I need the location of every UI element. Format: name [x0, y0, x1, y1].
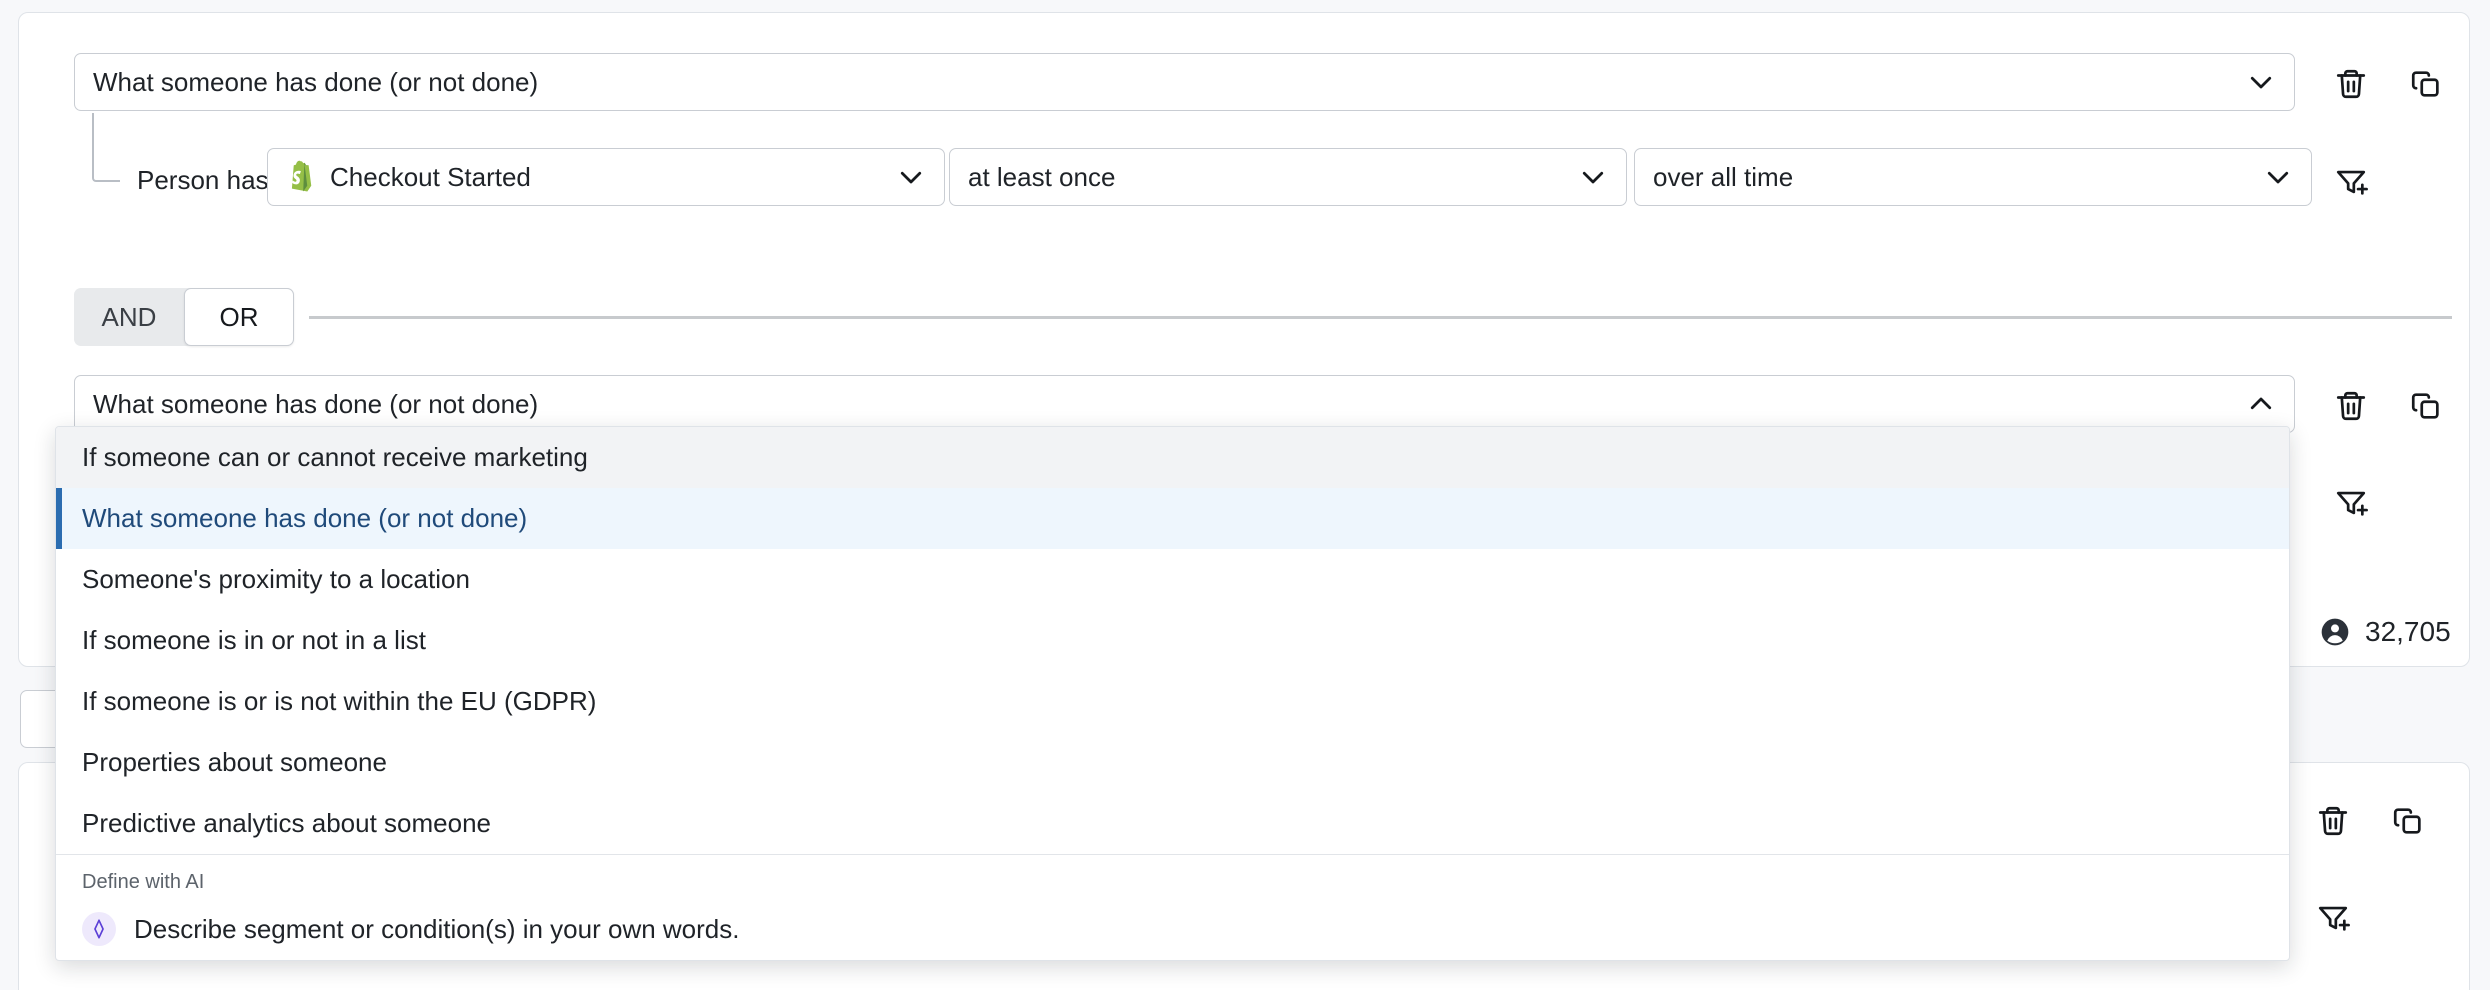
timeframe-select-value-1: over all time — [1653, 162, 2263, 193]
dropdown-option-label: What someone has done (or not done) — [82, 503, 527, 534]
chevron-up-icon — [2246, 389, 2276, 419]
trash-icon — [2334, 389, 2368, 423]
logic-operator-toggle[interactable]: AND OR — [74, 288, 294, 346]
event-select-1[interactable]: Checkout Started — [267, 148, 945, 206]
condition-type-value-1: What someone has done (or not done) — [93, 67, 2246, 98]
timeframe-select-1[interactable]: over all time — [1634, 148, 2312, 206]
dropdown-option-label: If someone can or cannot receive marketi… — [82, 442, 588, 473]
copy-icon — [2409, 67, 2443, 101]
dropdown-option-label: Predictive analytics about someone — [82, 808, 491, 839]
condition-type-select-2[interactable]: What someone has done (or not done) — [74, 375, 2295, 433]
dropdown-option-label: Someone's proximity to a location — [82, 564, 470, 595]
dropdown-option-6[interactable]: Predictive analytics about someone — [56, 793, 2289, 854]
tree-connector — [92, 113, 120, 182]
add-filter-button-2[interactable] — [2329, 481, 2373, 525]
dropdown-option-5[interactable]: Properties about someone — [56, 732, 2289, 793]
filter-plus-icon — [2334, 165, 2368, 199]
delete-condition-button-2[interactable] — [2329, 384, 2373, 428]
copy-icon — [2409, 389, 2443, 423]
segment-builder: What someone has done (or not done) Pers… — [0, 0, 2490, 990]
ai-sparkle-icon — [82, 912, 116, 946]
add-filter-button-1[interactable] — [2329, 160, 2373, 204]
dropdown-option-label: If someone is in or not in a list — [82, 625, 426, 656]
frequency-select-value-1: at least once — [968, 162, 1578, 193]
condition-type-dropdown-menu[interactable]: If someone can or cannot receive marketi… — [55, 426, 2290, 961]
dropdown-option-label: Describe segment or condition(s) in your… — [134, 914, 739, 945]
dropdown-option-1[interactable]: What someone has done (or not done) — [56, 488, 2289, 549]
dropdown-option-3[interactable]: If someone is in or not in a list — [56, 610, 2289, 671]
dropdown-option-2[interactable]: Someone's proximity to a location — [56, 549, 2289, 610]
person-icon-svg — [2319, 616, 2351, 648]
copy-icon — [2391, 804, 2425, 838]
trash-icon — [2316, 804, 2350, 838]
frequency-select-1[interactable]: at least once — [949, 148, 1627, 206]
logic-option-and[interactable]: AND — [74, 288, 184, 346]
add-filter-button-3[interactable] — [2311, 896, 2355, 940]
filter-plus-icon — [2334, 486, 2368, 520]
dropdown-option-label: If someone is or is not within the EU (G… — [82, 686, 596, 717]
condition-type-select-1[interactable]: What someone has done (or not done) — [74, 53, 2295, 111]
person-icon — [2319, 616, 2351, 648]
dropdown-option-describe-with-ai[interactable]: Describe segment or condition(s) in your… — [56, 898, 2289, 960]
duplicate-condition-button-2[interactable] — [2404, 384, 2448, 428]
trash-icon — [2334, 67, 2368, 101]
profile-count: 32,705 — [2319, 616, 2451, 648]
dropdown-option-0[interactable]: If someone can or cannot receive marketi… — [56, 427, 2289, 488]
dropdown-option-4[interactable]: If someone is or is not within the EU (G… — [56, 671, 2289, 732]
person-has-label: Person has — [137, 165, 269, 196]
chevron-down-icon — [896, 162, 926, 192]
chevron-down-icon — [2246, 67, 2276, 97]
condition-type-value-2: What someone has done (or not done) — [93, 389, 2246, 420]
dropdown-group-label-define-with-ai: Define with AI — [56, 855, 2289, 898]
dropdown-option-label: Properties about someone — [82, 747, 387, 778]
duplicate-condition-button-1[interactable] — [2404, 62, 2448, 106]
logic-option-or[interactable]: OR — [184, 288, 294, 346]
profile-count-value: 32,705 — [2365, 616, 2451, 648]
delete-condition-button-3[interactable] — [2311, 799, 2355, 843]
filter-plus-icon — [2316, 901, 2350, 935]
event-select-value-1: Checkout Started — [330, 162, 896, 193]
delete-condition-button-1[interactable] — [2329, 62, 2373, 106]
duplicate-condition-button-3[interactable] — [2386, 799, 2430, 843]
logic-divider-line — [309, 316, 2452, 319]
chevron-down-icon — [1578, 162, 1608, 192]
chevron-down-icon — [2263, 162, 2293, 192]
shopify-icon — [286, 160, 316, 194]
